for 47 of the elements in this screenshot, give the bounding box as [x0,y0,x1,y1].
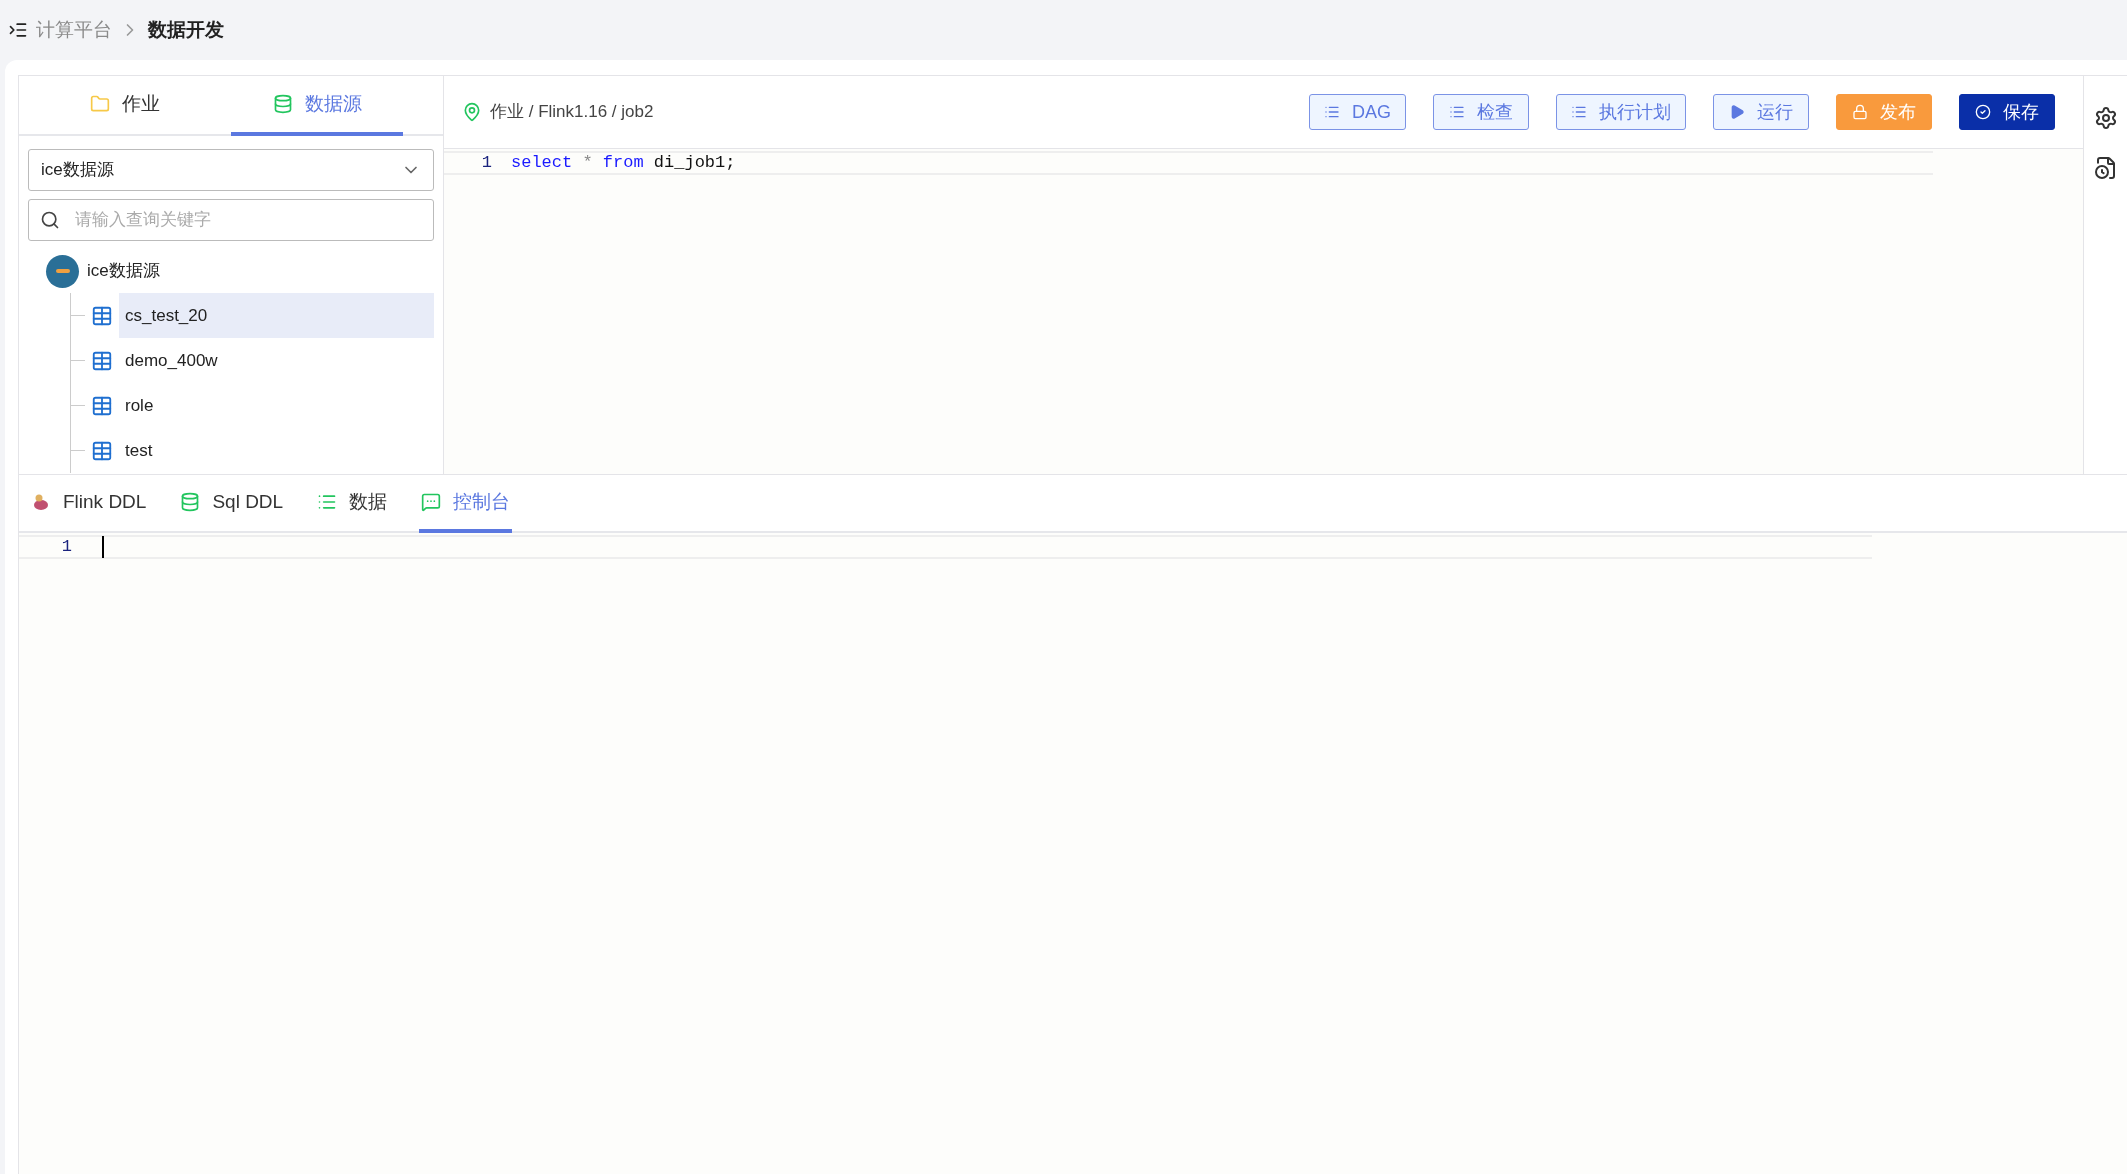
panel-tab[interactable]: 数据 [315,475,390,533]
table-icon [91,349,113,372]
settings-icon[interactable] [2093,106,2118,130]
breadcrumb-current: 数据开发 [148,17,224,42]
job-path: 作业 / Flink1.16 / job2 [490,101,654,124]
panel-tab[interactable]: Sql DDL [178,475,286,533]
source-select[interactable]: ice数据源 [28,149,434,191]
play-icon [1729,104,1745,120]
toolbar-button[interactable]: 运行 [1713,94,1809,130]
table-icon [91,394,113,417]
database-logo-icon [46,254,79,288]
search-icon [40,210,60,230]
tree-leaf[interactable]: test [119,428,434,473]
table-icon [91,439,113,462]
line-number: 1 [480,152,492,175]
select-value: ice数据源 [41,159,114,182]
tree-leaf[interactable]: cs_test_20 [119,293,434,338]
text-cursor [102,536,104,558]
toolbar-button[interactable]: DAG [1309,94,1406,130]
location-pin-icon [462,102,482,122]
menu-icon[interactable] [8,20,28,40]
tree-node-label[interactable]: ice数据源 [87,258,160,284]
tree-leaf[interactable]: role [119,383,434,428]
console-output[interactable]: 1 [19,533,2127,1174]
list-icon [1324,104,1340,120]
history-icon[interactable] [2093,156,2118,180]
list-icon [1449,104,1465,120]
sidebar-tab[interactable]: 作业 [39,76,211,136]
line-number: 1 [60,536,72,559]
toolbar-button[interactable]: 执行计划 [1556,94,1686,130]
database-icon [272,94,293,114]
check-circle-icon [1975,104,1991,120]
table-icon [91,304,113,327]
folder-icon [90,94,110,114]
code-line: select * from di_job1; [511,152,736,175]
tree-leaf[interactable]: demo_400w [119,338,434,383]
database-icon [180,492,201,512]
toolbar-button[interactable]: 检查 [1433,94,1529,130]
sidebar-tab[interactable]: 数据源 [231,76,403,136]
search-field[interactable]: 请输入查询关键字 [28,199,434,241]
lock-icon [1852,104,1868,120]
toolbar-button[interactable]: 保存 [1959,94,2055,130]
list-icon [317,492,338,512]
console-icon [421,492,442,512]
code-editor[interactable]: 1 select * from di_job1; [444,149,2083,474]
list-icon [1571,104,1587,120]
panel-tab[interactable]: Flink DDL [29,475,149,533]
